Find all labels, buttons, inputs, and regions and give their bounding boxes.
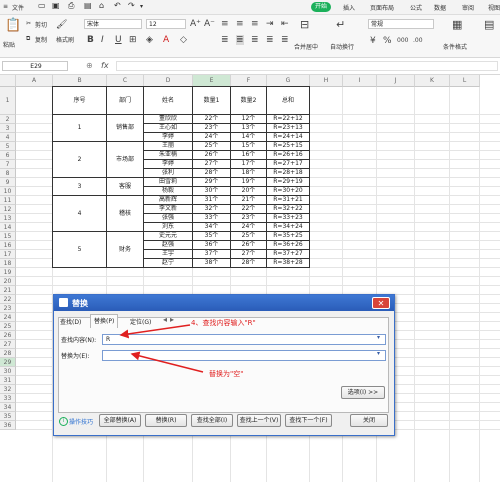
annotation-arrows: [119, 324, 204, 373]
replace-empty-annotation: 替换为"空": [209, 370, 244, 378]
arrow-to-find: [119, 324, 191, 339]
step-annotation: 4、查找内容输入"R": [191, 319, 256, 327]
arrow-to-replace: [130, 351, 204, 373]
